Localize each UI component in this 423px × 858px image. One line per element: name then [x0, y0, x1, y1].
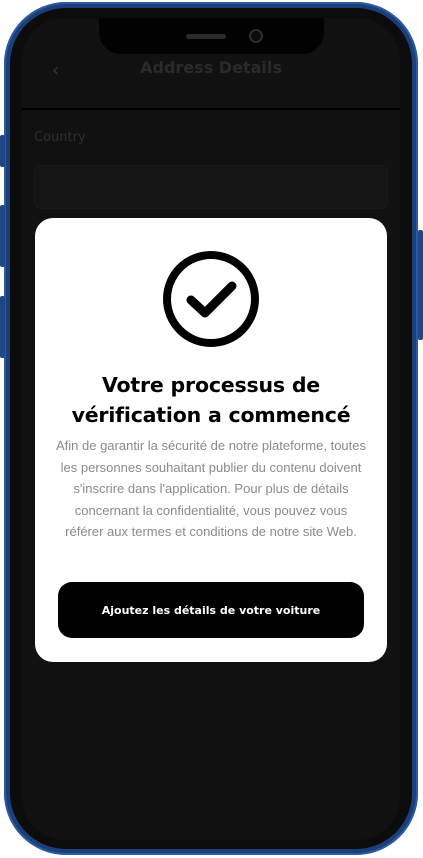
- side-button-silent: [0, 135, 5, 167]
- page-title: Address Details: [140, 58, 282, 77]
- country-field[interactable]: [34, 165, 388, 209]
- side-button-power: [418, 230, 423, 340]
- side-button-volume-up: [0, 205, 5, 267]
- side-button-volume-down: [0, 296, 5, 358]
- add-car-details-button[interactable]: Ajoutez les détails de votre voiture: [58, 582, 364, 638]
- modal-title: Votre processus de vérification a commen…: [45, 370, 377, 430]
- front-camera-icon: [249, 29, 263, 43]
- modal-description: Afin de garantir la sécurité de notre pl…: [55, 438, 366, 539]
- modal-title-line-1: Votre processus de: [101, 373, 321, 397]
- modal-title-line-2: vérification a commencé: [71, 403, 351, 427]
- check-circle-icon: [163, 251, 259, 347]
- country-label: Country: [34, 130, 86, 145]
- notch: [99, 18, 324, 54]
- speaker-grille: [186, 34, 226, 39]
- verification-modal: Votre processus de vérification a commen…: [35, 218, 387, 662]
- app-header: ‹ Address Details: [22, 54, 400, 110]
